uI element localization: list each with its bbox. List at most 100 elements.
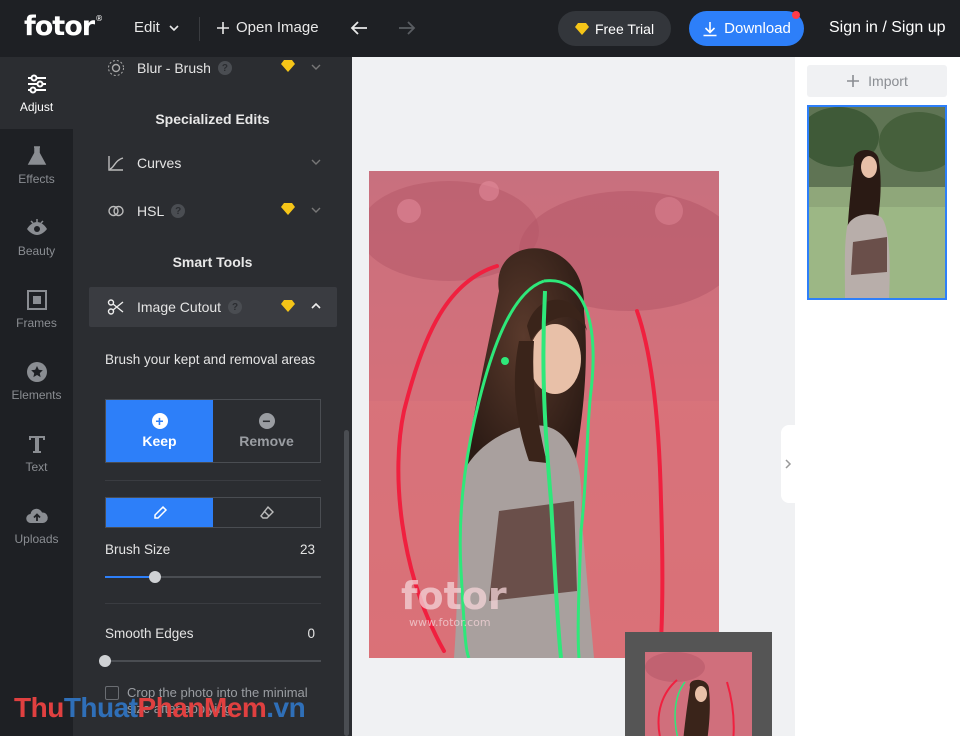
blur-brush-label: Blur - Brush [137, 60, 211, 76]
brush-description: Brush your kept and removal areas [105, 352, 316, 367]
hsl-label: HSL [137, 203, 165, 219]
chevron-down-icon [311, 159, 321, 165]
brush-tool-button[interactable] [106, 498, 213, 527]
free-trial-button[interactable]: Free Trial [558, 11, 671, 46]
smooth-edges-thumb[interactable] [99, 655, 111, 667]
rail-label-frames: Frames [16, 316, 57, 330]
fotor-logo[interactable]: fotor® [24, 11, 103, 42]
eye-icon [26, 219, 47, 235]
chevron-down-icon [311, 64, 321, 70]
editor-canvas[interactable]: fotor www.fotor.com [352, 57, 795, 736]
canvas-watermark-url: www.fotor.com [409, 616, 491, 629]
download-icon [703, 21, 717, 36]
open-image-label: Open Image [236, 19, 319, 36]
plus-icon [847, 75, 860, 87]
curves-label: Curves [137, 155, 182, 171]
sign-in-link[interactable]: Sign in / Sign up [829, 19, 946, 37]
divider [105, 480, 321, 481]
rail-item-elements[interactable]: Elements [0, 345, 73, 417]
remove-label: Remove [239, 433, 294, 449]
minimap-preview [645, 652, 752, 736]
brush-size-label: Brush Size [105, 542, 171, 557]
rail-item-effects[interactable]: Effects [0, 129, 73, 201]
edit-menu[interactable]: Edit [134, 19, 180, 36]
watermark-part-1: Thu [14, 692, 64, 723]
rail-label-uploads: Uploads [14, 532, 59, 546]
watermark-part-4: .vn [266, 692, 306, 723]
help-icon[interactable]: ? [217, 61, 232, 75]
chevron-down-icon [311, 207, 321, 213]
sliders-icon [27, 74, 46, 94]
rail-item-uploads[interactable]: Uploads [0, 489, 73, 561]
site-watermark: ThuThuatPhanMem.vn [14, 692, 306, 724]
rail-item-frames[interactable]: Frames [0, 273, 73, 345]
curves-icon [108, 156, 124, 171]
redo-arrow-icon[interactable] [396, 17, 418, 39]
import-button[interactable]: Import [807, 65, 947, 97]
premium-gem-icon [281, 203, 295, 215]
help-icon[interactable]: ? [228, 300, 243, 314]
curves-row[interactable]: Curves [89, 141, 337, 185]
left-rail: Adjust Effects Beauty Frames Elements Te… [0, 57, 73, 736]
open-image-button[interactable]: Open Image [216, 19, 319, 36]
cutout-photo[interactable]: fotor www.fotor.com [369, 171, 719, 658]
brush-size-slider[interactable] [105, 571, 321, 583]
star-icon [26, 362, 47, 382]
keep-label: Keep [142, 433, 177, 449]
cloud-upload-icon [25, 508, 48, 524]
download-label: Download [724, 20, 791, 37]
rail-label-beauty: Beauty [17, 244, 56, 258]
smooth-edges-slider[interactable] [99, 655, 321, 667]
text-icon [28, 436, 45, 453]
brush-size-thumb[interactable] [148, 571, 161, 583]
smooth-edges-value: 0 [307, 626, 315, 641]
toolbar-divider [199, 17, 200, 41]
specialized-edits-title: Specialized Edits [155, 111, 270, 127]
right-panel: Import [795, 57, 960, 736]
chevron-down-icon [169, 24, 179, 31]
chevron-up-icon [311, 302, 321, 309]
scissors-icon [107, 299, 124, 315]
expand-right-panel-handle[interactable] [781, 425, 795, 503]
brush-size-value: 23 [299, 542, 315, 557]
navigator-minimap[interactable] [625, 632, 772, 736]
chevron-right-icon [785, 459, 792, 469]
adjust-panel: Blur - Brush ? Specialized Edits Curves … [73, 57, 352, 736]
import-label: Import [868, 73, 908, 89]
keep-button[interactable]: + Keep [106, 400, 213, 462]
hsl-row[interactable]: HSL ? [89, 189, 337, 233]
premium-gem-icon [281, 60, 295, 72]
eraser-icon [259, 505, 274, 519]
keep-remove-toggle: + Keep − Remove [105, 399, 321, 463]
image-cutout-label: Image Cutout [137, 299, 222, 315]
image-thumbnail[interactable] [807, 105, 947, 300]
image-cutout-row[interactable]: Image Cutout ? [89, 287, 337, 327]
download-button[interactable]: Download [689, 11, 804, 46]
eraser-tool-button[interactable] [213, 498, 320, 527]
help-icon[interactable]: ? [171, 204, 186, 218]
premium-gem-icon [281, 300, 295, 312]
blur-brush-row[interactable]: Blur - Brush ? [89, 57, 337, 90]
pencil-icon [153, 505, 167, 519]
flask-icon [27, 146, 46, 165]
hsl-icon [108, 205, 124, 217]
top-bar: fotor® Edit Open Image Free Trial Downlo… [0, 0, 960, 57]
minus-circle-icon: − [258, 413, 275, 429]
diamond-icon [574, 22, 589, 35]
rail-item-beauty[interactable]: Beauty [0, 201, 73, 273]
remove-button[interactable]: − Remove [213, 400, 320, 462]
edit-label: Edit [134, 19, 160, 36]
rail-label-effects: Effects [18, 172, 55, 186]
rail-item-text[interactable]: Text [0, 417, 73, 489]
plus-icon [217, 21, 229, 34]
undo-arrow-icon[interactable] [348, 17, 370, 39]
watermark-part-2: Thuat [63, 692, 138, 723]
logo-text: fotor [24, 11, 95, 42]
watermark-part-3: PhanMem [137, 692, 267, 723]
frame-icon [26, 290, 47, 310]
smart-tools-title: Smart Tools [172, 254, 253, 270]
canvas-watermark: fotor [401, 574, 507, 618]
brush-size-fill [105, 576, 155, 578]
rail-item-adjust[interactable]: Adjust [0, 57, 73, 129]
smooth-edges-label: Smooth Edges [105, 626, 194, 641]
